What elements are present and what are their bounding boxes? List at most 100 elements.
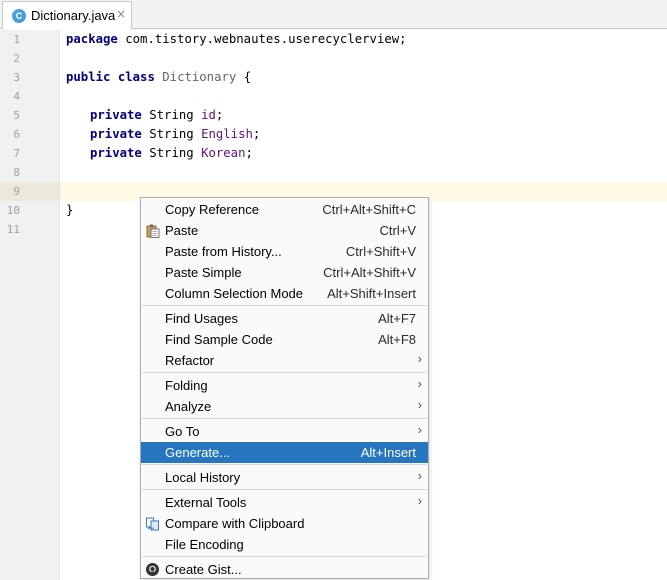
keyword: public [66, 70, 111, 84]
submenu-arrow-icon: › [417, 468, 422, 483]
editor-tab-bar: C Dictionary.java × [0, 0, 667, 29]
keyword: private [90, 127, 142, 141]
code-line[interactable]: 4 [0, 87, 667, 106]
code-text: private String Korean; [90, 146, 253, 160]
menu-item-local-history[interactable]: Local History › [141, 467, 428, 488]
line-number: 1 [13, 33, 20, 46]
menu-item-column-selection-mode[interactable]: Column Selection Mode Alt+Shift+Insert [141, 283, 428, 304]
menu-separator [142, 464, 427, 465]
close-tab-icon[interactable]: × [116, 7, 126, 21]
menu-item-shortcut: Alt+Insert [360, 445, 416, 460]
menu-item-shortcut: Alt+F8 [378, 332, 416, 347]
brace: { [236, 70, 252, 84]
code-text: package com.tistory.webnautes.userecycle… [66, 32, 407, 46]
code-line[interactable]: 2 [0, 49, 667, 68]
field-name: Korean [201, 146, 246, 160]
code-line[interactable]: 6 private String English; [0, 125, 667, 144]
menu-item-copy-reference[interactable]: Copy Reference Ctrl+Alt+Shift+C [141, 199, 428, 220]
keyword: private [90, 146, 142, 160]
java-class-icon: C [12, 9, 26, 23]
menu-item-compare-with-clipboard[interactable]: Compare with Clipboard [141, 513, 428, 534]
menu-item-find-sample-code[interactable]: Find Sample Code Alt+F8 [141, 329, 428, 350]
submenu-arrow-icon: › [417, 351, 422, 366]
semicolon: ; [245, 146, 253, 160]
code-line[interactable]: 3 public class Dictionary { [0, 68, 667, 87]
code-text: private String English; [90, 127, 260, 141]
package-name: com.tistory.webnautes.userecyclerview; [117, 32, 407, 46]
line-number: 5 [13, 109, 20, 122]
submenu-arrow-icon: › [417, 493, 422, 508]
menu-item-label: Paste from History... [165, 244, 282, 259]
code-line[interactable]: 8 [0, 163, 667, 182]
menu-item-shortcut: Ctrl+Shift+V [345, 244, 416, 259]
field-name: id [201, 108, 216, 122]
menu-item-analyze[interactable]: Analyze › [141, 396, 428, 417]
menu-item-label: Create Gist... [165, 562, 242, 577]
menu-item-go-to[interactable]: Go To › [141, 421, 428, 442]
code-line[interactable]: 1 package com.tistory.webnautes.userecyc… [0, 30, 667, 49]
menu-item-label: Find Usages [165, 311, 238, 326]
menu-item-label: Column Selection Mode [165, 286, 304, 301]
menu-item-label: File Encoding [165, 537, 244, 552]
line-number: 2 [13, 52, 20, 65]
menu-item-shortcut: Alt+F7 [378, 311, 416, 326]
menu-item-label: Go To [165, 424, 200, 439]
menu-item-label: Copy Reference [165, 202, 259, 217]
menu-item-label: Find Sample Code [165, 332, 273, 347]
submenu-arrow-icon: › [417, 422, 422, 437]
code-text: private String id; [90, 108, 223, 122]
editor-context-menu: Copy Reference Ctrl+Alt+Shift+C Paste Ct… [140, 197, 429, 579]
menu-item-external-tools[interactable]: External Tools › [141, 492, 428, 513]
menu-item-shortcut: Ctrl+Alt+Shift+V [323, 265, 416, 280]
line-number: 8 [13, 166, 20, 179]
submenu-arrow-icon: › [417, 397, 422, 412]
code-line[interactable]: 7 private String Korean; [0, 144, 667, 163]
menu-item-label: External Tools [165, 495, 247, 510]
menu-item-file-encoding[interactable]: File Encoding [141, 534, 428, 555]
menu-item-paste[interactable]: Paste Ctrl+V [141, 220, 428, 241]
keyword: private [90, 108, 142, 122]
line-number: 9 [13, 185, 20, 198]
menu-item-shortcut: Ctrl+Alt+Shift+C [322, 202, 416, 217]
menu-item-refactor[interactable]: Refactor › [141, 350, 428, 371]
type-name: String [141, 146, 202, 160]
line-number: 6 [13, 128, 20, 141]
submenu-arrow-icon: › [417, 376, 422, 391]
tab-dictionary-java[interactable]: C Dictionary.java × [2, 1, 132, 29]
line-number: 4 [13, 90, 20, 103]
menu-separator [142, 556, 427, 557]
github-icon [145, 562, 160, 577]
code-line[interactable]: 5 private String id; [0, 106, 667, 125]
tab-label: Dictionary.java [31, 8, 116, 23]
menu-separator [142, 372, 427, 373]
semicolon: ; [252, 127, 261, 141]
menu-item-paste-simple[interactable]: Paste Simple Ctrl+Alt+Shift+V [141, 262, 428, 283]
menu-separator [142, 418, 427, 419]
menu-item-find-usages[interactable]: Find Usages Alt+F7 [141, 308, 428, 329]
paste-icon [145, 223, 160, 238]
menu-item-label: Refactor [165, 353, 215, 368]
keyword: class [117, 70, 155, 84]
menu-item-folding[interactable]: Folding › [141, 375, 428, 396]
menu-item-shortcut: Alt+Shift+Insert [327, 286, 416, 301]
menu-item-label: Folding [165, 378, 208, 393]
keyword: package [66, 32, 118, 46]
type-name: String [141, 108, 202, 122]
code-text: public class Dictionary { [66, 70, 251, 84]
line-number: 3 [13, 71, 20, 84]
menu-item-label: Paste [165, 223, 199, 238]
menu-item-shortcut: Ctrl+V [379, 223, 416, 238]
field-name: English [201, 127, 253, 141]
menu-item-generate[interactable]: Generate... Alt+Insert [141, 442, 428, 463]
menu-separator [142, 489, 427, 490]
menu-item-label: Local History [165, 470, 241, 485]
type-name: String [141, 127, 202, 141]
semicolon: ; [215, 108, 224, 122]
menu-item-paste-from-history[interactable]: Paste from History... Ctrl+Shift+V [141, 241, 428, 262]
menu-item-create-gist[interactable]: Create Gist... [141, 559, 428, 580]
class-name: Dictionary [162, 70, 237, 84]
menu-item-label: Generate... [165, 445, 231, 460]
compare-icon [145, 516, 160, 531]
menu-item-label: Analyze [165, 399, 212, 414]
line-number: 7 [13, 147, 20, 160]
